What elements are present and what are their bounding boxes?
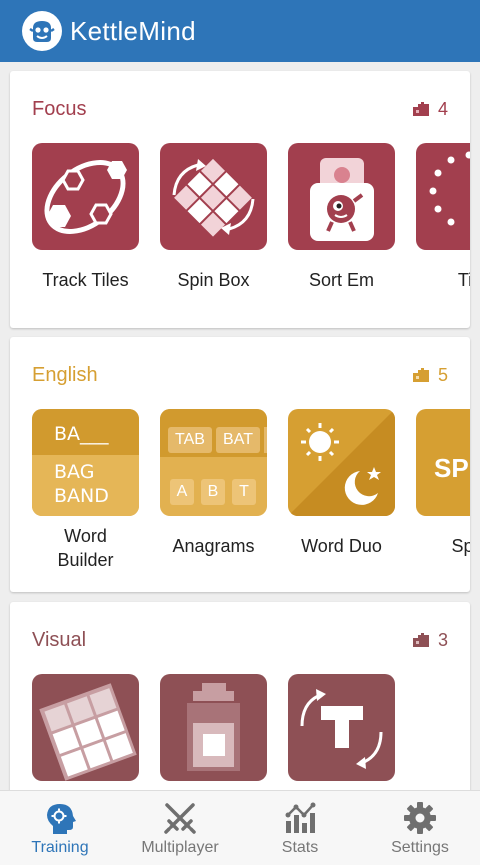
nav-label: Settings: [391, 839, 449, 856]
grid-rotate-icon: [32, 674, 139, 781]
category-title: Visual: [32, 628, 87, 651]
stack-icon: [160, 674, 267, 781]
track-tiles-icon: [32, 143, 139, 250]
anagram-letter-2: B: [201, 479, 225, 505]
spell-icon: SPI: [416, 409, 470, 516]
nav-settings[interactable]: Settings: [360, 791, 480, 865]
brain-icon: [47, 804, 76, 834]
app-bar: KettleMind: [0, 0, 480, 62]
category-card-focus: Focus 4 Track Tiles Spin Box Sort Em T: [10, 71, 470, 328]
category-card-english: English 5 BA___ BAG BAND Word Builder TA…: [10, 337, 470, 592]
word-builder-line3: BAND: [54, 485, 109, 507]
word-builder-line2: BAG: [54, 461, 95, 483]
puzzle-icon: [412, 102, 429, 116]
game-count: 5: [437, 364, 448, 385]
game-label: Word Duo: [301, 536, 382, 556]
category-list[interactable]: Focus 4 Track Tiles Spin Box Sort Em T E…: [0, 62, 480, 790]
category-card-visual: Visual 3: [10, 602, 470, 790]
game-word-duo[interactable]: Word Duo: [288, 409, 395, 572]
game-spin-box[interactable]: Spin Box: [160, 143, 267, 292]
bar-chart-icon: [285, 802, 316, 833]
nav-label: Training: [31, 839, 89, 856]
word-builder-icon: BA___ BAG BAND: [32, 409, 139, 516]
game-stack[interactable]: [160, 674, 267, 781]
nav-training[interactable]: Training: [0, 791, 120, 865]
spin-box-icon: [160, 143, 267, 250]
anagram-letter-1: A: [170, 479, 194, 505]
game-label: Track Tiles: [42, 270, 129, 290]
game-spell[interactable]: SPI Spel: [416, 409, 470, 572]
game-label: Spel: [451, 536, 470, 556]
anagram-word-1: TAB: [168, 427, 212, 453]
game-track-tiles[interactable]: Track Tiles: [32, 143, 139, 292]
game-label: Word Builder: [57, 526, 114, 570]
nav-label: Multiplayer: [141, 839, 219, 856]
nav-label: Stats: [281, 839, 319, 856]
kettle-logo-icon: [22, 11, 62, 51]
t-rotate-icon: [288, 674, 395, 781]
gear-icon: [404, 802, 436, 834]
game-label: Anagrams: [172, 536, 255, 556]
puzzle-icon: [412, 368, 429, 382]
nav-stats[interactable]: Stats: [240, 791, 360, 865]
game-count: 4: [437, 98, 448, 119]
sort-em-icon: [288, 143, 395, 250]
game-sort-em[interactable]: Sort Em: [288, 143, 395, 292]
app-title: KettleMind: [70, 15, 196, 46]
nav-multiplayer[interactable]: Multiplayer: [120, 791, 240, 865]
category-title: English: [32, 363, 98, 386]
word-builder-line1: BA___: [54, 423, 109, 445]
game-label: Tic: [457, 270, 470, 290]
category-title: Focus: [32, 97, 87, 120]
game-count: 3: [437, 629, 448, 650]
crossed-swords-icon: [164, 803, 196, 834]
spell-art-text: SPI: [434, 453, 470, 483]
word-duo-icon: [288, 409, 395, 516]
game-anagrams[interactable]: TAB BAT A B T Anagrams: [160, 409, 267, 572]
game-label: Sort Em: [308, 270, 374, 290]
tic-icon: [416, 143, 470, 250]
game-word-builder[interactable]: BA___ BAG BAND Word Builder: [32, 409, 139, 572]
bottom-nav: Training Multiplayer Stats Settings: [0, 790, 480, 865]
puzzle-icon: [412, 633, 429, 647]
game-label: Spin Box: [177, 270, 250, 290]
anagram-word-2: BAT: [216, 427, 260, 453]
game-grid-rotate[interactable]: [32, 674, 139, 781]
game-tic[interactable]: Tic: [416, 143, 470, 292]
game-t-rotate[interactable]: [288, 674, 395, 781]
anagrams-icon: TAB BAT A B T: [160, 409, 267, 516]
anagram-letter-3: T: [232, 479, 256, 505]
